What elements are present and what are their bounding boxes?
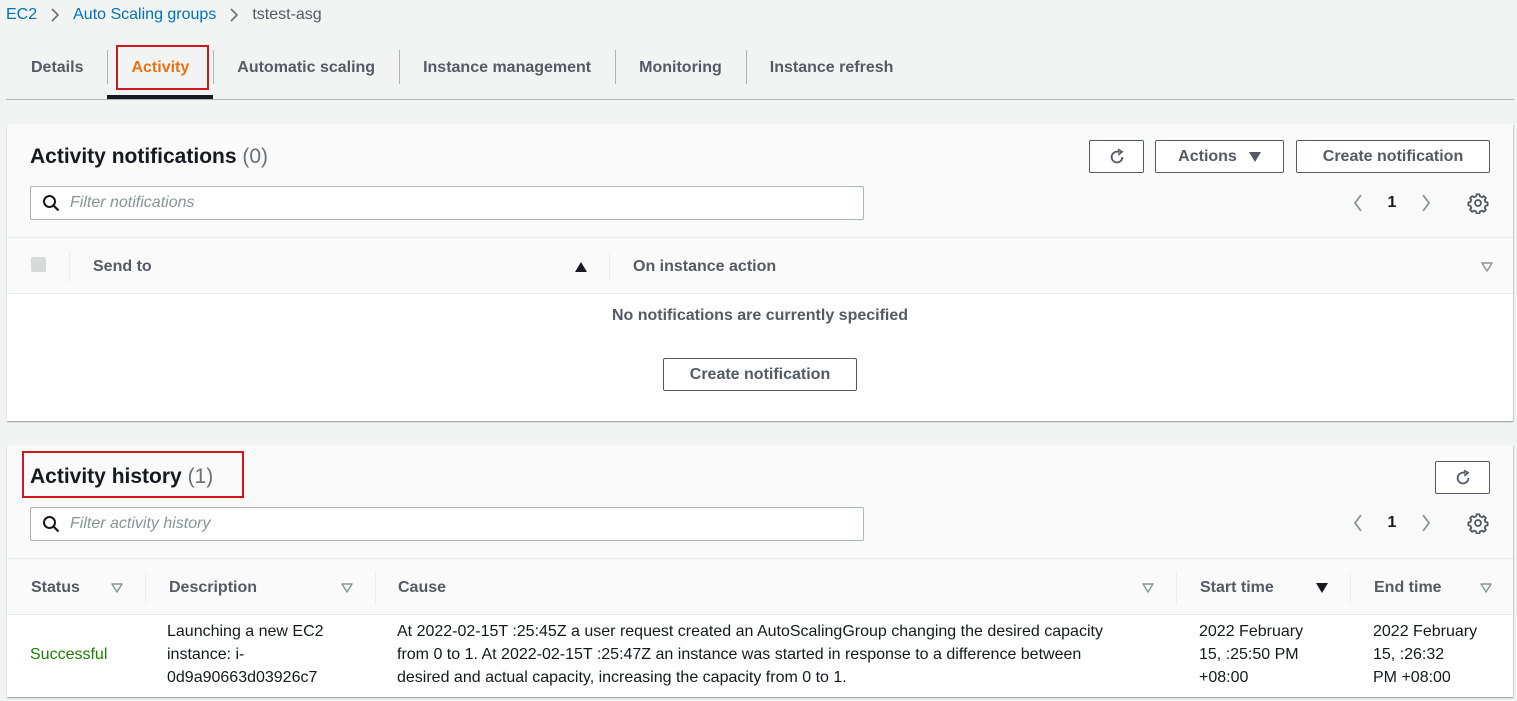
chevron-left-icon[interactable] (1350, 191, 1366, 215)
notifications-empty-message: No notifications are currently specified (611, 307, 909, 324)
cause-cell: At 2022-02-15T :25:45Z a user request cr… (397, 623, 1103, 686)
tab-activity[interactable]: Activity (107, 38, 214, 99)
description-cell: Launching a new EC2 instance: i- 0d9a906… (167, 623, 324, 686)
end-time-cell: 2022 February 15, :26:32 PM +08:00 (1373, 623, 1478, 686)
notifications-pagination: 1 (1350, 191, 1434, 215)
search-icon (42, 194, 60, 212)
gear-icon[interactable] (1467, 192, 1489, 214)
chevron-right-icon (50, 8, 60, 22)
breadcrumb-auto-scaling-groups[interactable]: Auto Scaling groups (73, 6, 216, 24)
column-description[interactable]: Description (145, 559, 375, 616)
sort-icon[interactable] (111, 583, 123, 593)
history-page-number[interactable]: 1 (1366, 514, 1418, 532)
history-table-header: Status Description Cause Start time End … (7, 558, 1513, 615)
create-notification-button[interactable]: Create notification (1296, 140, 1490, 173)
history-pagination: 1 (1350, 511, 1434, 535)
notifications-header: Activity notifications (0) Actions Creat… (7, 124, 1513, 237)
chevron-right-icon[interactable] (1418, 511, 1434, 535)
history-title: Activity history (1) (30, 465, 214, 488)
chevron-right-icon[interactable] (1418, 191, 1434, 215)
notifications-filter (30, 186, 864, 220)
refresh-icon (1454, 469, 1472, 487)
activity-notifications-panel: Activity notifications (0) Actions Creat… (7, 124, 1513, 421)
sort-ascending-icon[interactable] (575, 262, 587, 272)
chevron-left-icon[interactable] (1350, 511, 1366, 535)
column-send-to[interactable]: Send to (69, 238, 609, 295)
tab-monitoring[interactable]: Monitoring (615, 38, 746, 98)
activity-history-panel: Activity history (1) 1 (7, 445, 1513, 697)
column-end-time[interactable]: End time (1350, 559, 1513, 616)
column-start-time[interactable]: Start time (1176, 559, 1350, 616)
search-icon (42, 515, 60, 533)
refresh-history-button[interactable] (1435, 461, 1490, 494)
sort-icon[interactable] (341, 583, 353, 593)
refresh-notifications-button[interactable] (1089, 140, 1144, 173)
notifications-count: (0) (242, 145, 269, 168)
caret-down-icon (1248, 151, 1261, 162)
history-count: (1) (187, 465, 214, 488)
status-cell: Successful (30, 646, 108, 663)
tab-bar: Details Activity Automatic scaling Insta… (6, 38, 1514, 100)
tab-details[interactable]: Details (6, 38, 107, 98)
filter-notifications-input[interactable] (70, 194, 830, 212)
select-all-checkbox[interactable] (31, 257, 46, 272)
breadcrumb-ec2[interactable]: EC2 (6, 6, 37, 24)
sort-icon[interactable] (1481, 262, 1493, 272)
tab-instance-refresh[interactable]: Instance refresh (745, 38, 918, 98)
tab-automatic-scaling[interactable]: Automatic scaling (213, 38, 399, 98)
notifications-page-number[interactable]: 1 (1366, 194, 1418, 212)
history-header: Activity history (1) 1 (7, 445, 1513, 558)
notifications-table-header: Send to On instance action (7, 237, 1513, 294)
sort-icon[interactable] (1142, 583, 1154, 593)
start-time-cell: 2022 February 15, :25:50 PM +08:00 (1199, 623, 1304, 686)
notifications-title: Activity notifications (0) (30, 145, 269, 168)
tab-instance-management[interactable]: Instance management (399, 38, 615, 98)
breadcrumb: EC2 Auto Scaling groups tstest-asg (6, 4, 322, 26)
sort-icon[interactable] (1480, 583, 1492, 593)
column-on-instance-action[interactable]: On instance action (609, 238, 1513, 295)
history-filter (30, 507, 864, 541)
sort-descending-icon[interactable] (1316, 583, 1328, 593)
create-notification-empty-button[interactable]: Create notification (663, 358, 857, 391)
column-cause[interactable]: Cause (375, 559, 1176, 616)
filter-activity-history-input[interactable] (70, 515, 830, 533)
column-status[interactable]: Status (7, 559, 145, 616)
actions-dropdown-button[interactable]: Actions (1155, 140, 1284, 173)
breadcrumb-current: tstest-asg (252, 6, 322, 23)
gear-icon[interactable] (1467, 512, 1489, 534)
refresh-icon (1108, 148, 1126, 166)
chevron-right-icon (229, 8, 239, 22)
